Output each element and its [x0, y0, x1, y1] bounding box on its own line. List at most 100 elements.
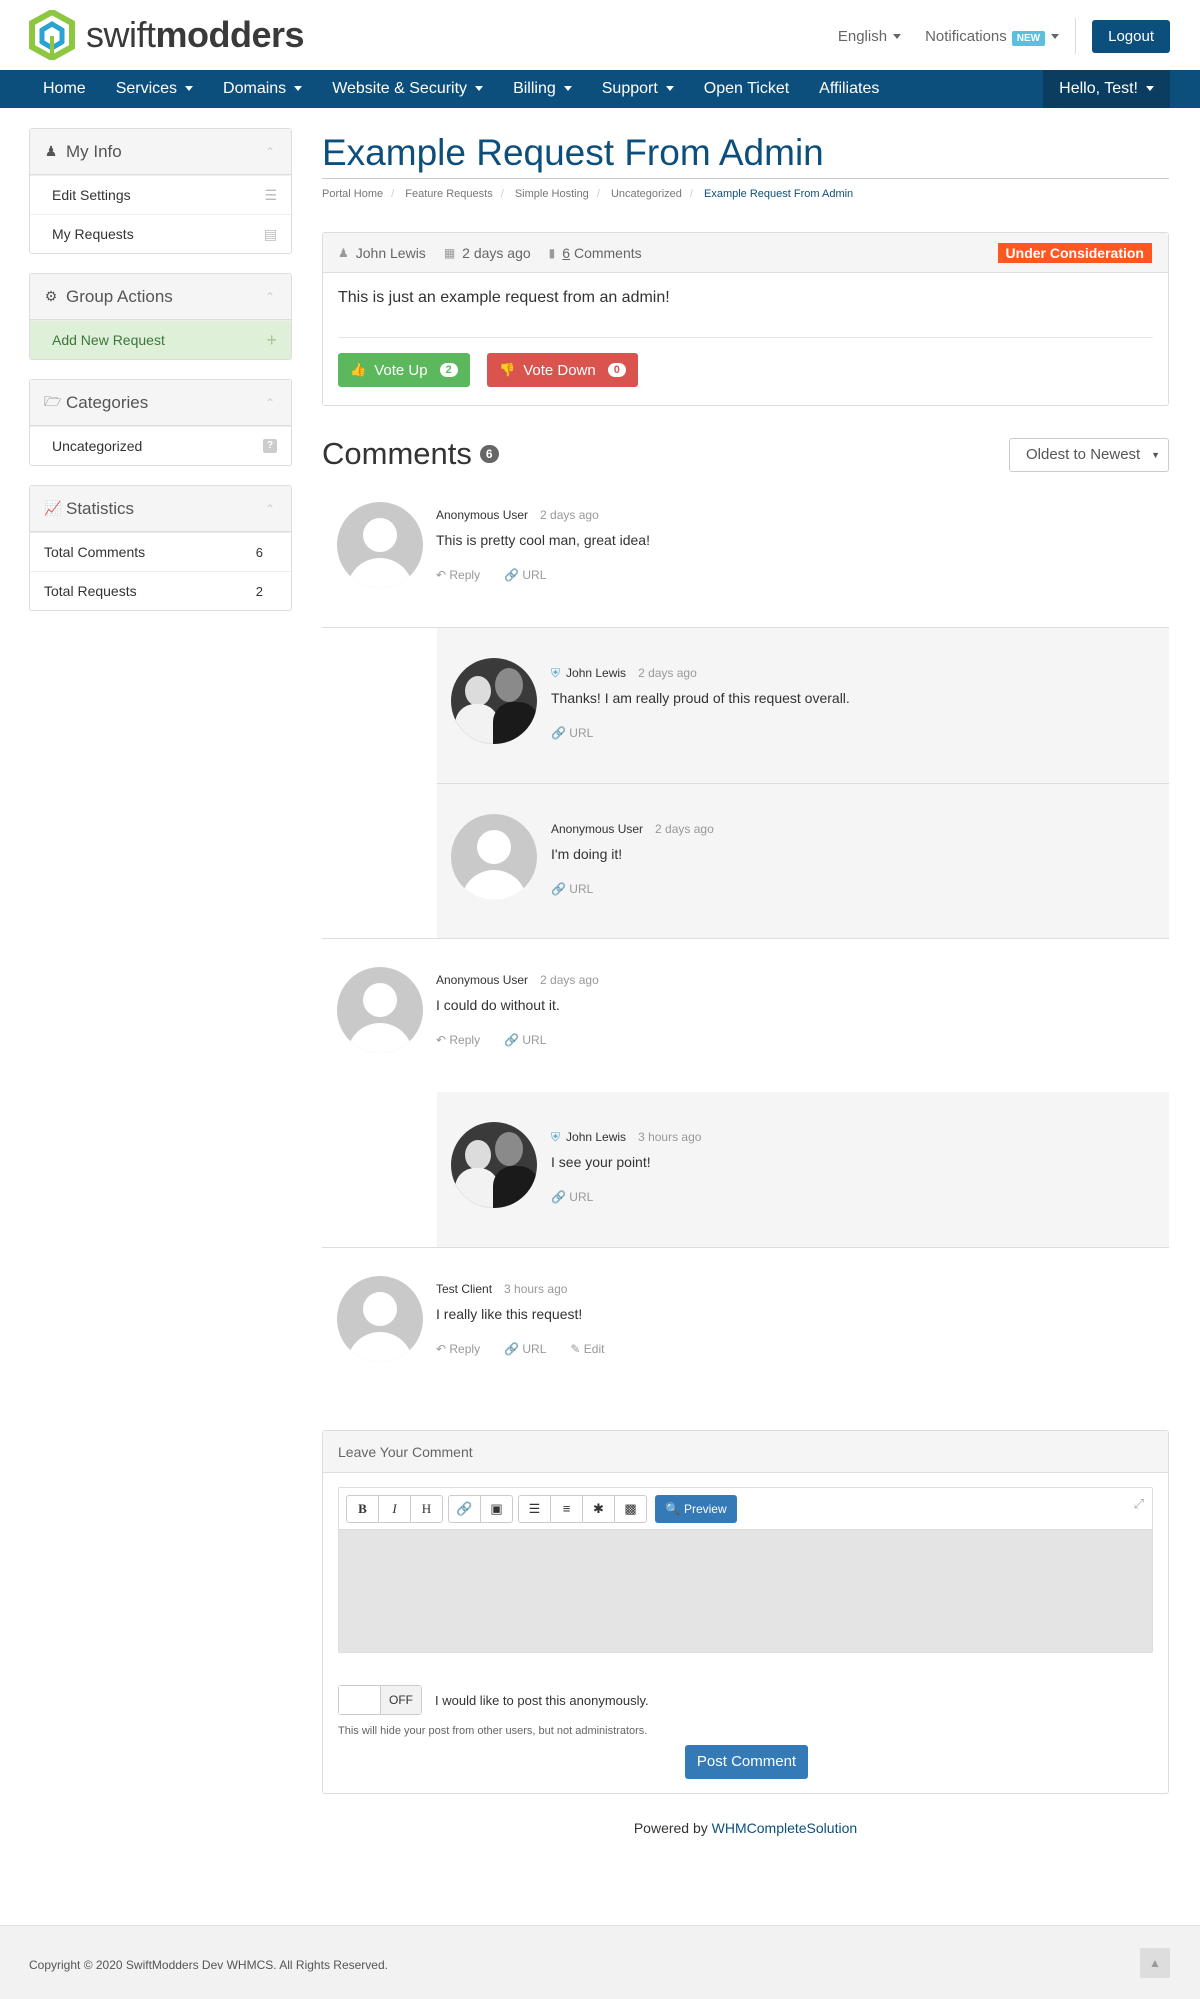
- panel-header[interactable]: 📈 Statistics ⌃: [30, 486, 291, 532]
- user-icon: ♟: [338, 245, 349, 260]
- chevron-up-icon[interactable]: ⌃: [265, 502, 275, 516]
- vote-up-button[interactable]: 👍 Vote Up 2: [338, 353, 470, 387]
- quote-icon[interactable]: ▩: [614, 1494, 647, 1523]
- panel-header[interactable]: 🗁 Categories ⌃: [30, 380, 291, 426]
- comment-text: This is pretty cool man, great idea!: [436, 532, 650, 548]
- editor-toolbar: B I H 🔗 ▣ ☰ ≡ ✱ ▩ 🔍 Preview ⤢: [339, 1488, 1152, 1530]
- url-link[interactable]: 🔗 URL: [504, 1033, 558, 1047]
- breadcrumb-simple-hosting[interactable]: Simple Hosting: [515, 188, 589, 200]
- comment-text: I could do without it.: [436, 997, 560, 1013]
- url-link[interactable]: 🔗 URL: [551, 1190, 605, 1204]
- nav-website-security[interactable]: Website & Security: [317, 70, 498, 108]
- heading-button[interactable]: H: [410, 1494, 443, 1523]
- comment-icon: ▮: [548, 245, 556, 260]
- language-dropdown[interactable]: English: [838, 28, 902, 45]
- reply-link[interactable]: ↶ Reply: [436, 568, 492, 582]
- nav-open-ticket[interactable]: Open Ticket: [689, 70, 804, 108]
- comment-reply: Anonymous User 2 days ago I'm doing it! 🔗…: [437, 784, 1169, 938]
- breadcrumb-portal-home[interactable]: Portal Home: [322, 188, 383, 200]
- avatar: [451, 814, 537, 900]
- sidebar-item-my-requests[interactable]: My Requests ▤: [30, 214, 291, 253]
- logout-button[interactable]: Logout: [1092, 19, 1170, 53]
- notifications-dropdown[interactable]: Notifications NEW: [925, 28, 1060, 46]
- request-meta: ♟ John Lewis ▦ 2 days ago ▮ 6 Comments Unde…: [323, 233, 1168, 273]
- image-icon[interactable]: ▣: [480, 1494, 513, 1523]
- whmcs-link[interactable]: WHMCompleteSolution: [712, 1820, 858, 1836]
- caret-down-icon: [294, 86, 303, 92]
- fullscreen-icon[interactable]: ⤢: [1134, 1496, 1144, 1512]
- new-badge: NEW: [1011, 30, 1046, 46]
- chevron-up-icon[interactable]: ⌃: [265, 396, 275, 410]
- breadcrumb-feature-requests[interactable]: Feature Requests: [405, 188, 492, 200]
- comment-text: I really like this request!: [436, 1306, 583, 1322]
- nav-affiliates[interactable]: Affiliates: [804, 70, 894, 108]
- comment-item: Anonymous User 2 days ago I could do with…: [322, 953, 1169, 1083]
- comment-meta: Anonymous User 2 days ago: [551, 822, 714, 836]
- sidebar-item-add-new-request[interactable]: Add New Request +: [30, 320, 291, 359]
- sidebar-item-uncategorized[interactable]: Uncategorized?: [30, 426, 291, 465]
- caret-down-icon: [1146, 86, 1154, 92]
- caret-down-icon: [665, 86, 674, 92]
- anonymous-label: I would like to post this anonymously.: [435, 1693, 649, 1708]
- comment-text: Thanks! I am really proud of this reques…: [551, 690, 850, 706]
- reply-link[interactable]: ↶ Reply: [436, 1342, 492, 1356]
- comment-reply: ⛨ John Lewis 3 hours ago I see your point!…: [437, 1092, 1169, 1247]
- preview-button[interactable]: 🔍 Preview: [655, 1494, 737, 1523]
- caret-down-icon: [893, 34, 902, 40]
- thumbs-up-icon: 👍: [350, 362, 367, 377]
- nav-support[interactable]: Support: [587, 70, 689, 108]
- caret-down-icon: [563, 86, 572, 92]
- ordered-list-icon[interactable]: ≡: [550, 1494, 583, 1523]
- request-comment-count[interactable]: 6: [562, 245, 570, 261]
- stat-total-comments: Total Comments 6: [30, 532, 291, 571]
- comment-meta: ⛨ John Lewis 3 hours ago: [551, 1130, 702, 1144]
- nav-billing[interactable]: Billing: [498, 70, 587, 108]
- chevron-up-icon[interactable]: ⌃: [265, 145, 275, 159]
- brand-logo[interactable]: swiftmodders: [28, 10, 305, 60]
- comment-meta: Anonymous User 2 days ago: [436, 973, 599, 987]
- sidebar-item-edit-settings[interactable]: Edit Settings ☰: [30, 175, 291, 214]
- sidebar-my-info: ♟ My Info ⌃ Edit Settings ☰ My Requests ▤: [29, 128, 292, 254]
- url-link[interactable]: 🔗 URL: [551, 726, 605, 740]
- copyright: Copyright © 2020 SwiftModders Dev WHMCS.…: [29, 1958, 388, 1972]
- bold-button[interactable]: B: [346, 1494, 379, 1523]
- comment-meta: Test Client 3 hours ago: [436, 1282, 568, 1296]
- post-comment-button[interactable]: Post Comment: [685, 1745, 808, 1779]
- account-menu[interactable]: Hello, Test!: [1043, 70, 1170, 108]
- breadcrumb-uncategorized[interactable]: Uncategorized: [611, 188, 682, 200]
- sidebar-group-actions: ⚙ Group Actions ⌃ Add New Request +: [29, 273, 292, 360]
- vote-up-count: 2: [439, 363, 458, 377]
- plus-icon: +: [266, 329, 277, 350]
- back-to-top-icon[interactable]: ▲: [1140, 1948, 1170, 1978]
- comment-item: Anonymous User 2 days ago This is pretty …: [322, 488, 1169, 618]
- panel-header[interactable]: ♟ My Info ⌃: [30, 129, 291, 175]
- reply-link[interactable]: ↶ Reply: [436, 1033, 492, 1047]
- divider: [338, 337, 1153, 338]
- divider: [322, 178, 1169, 179]
- sidebar-categories: 🗁 Categories ⌃ Uncategorized?: [29, 379, 292, 466]
- nav-home[interactable]: Home: [28, 70, 101, 108]
- avatar: [451, 658, 537, 744]
- shield-icon: ⛨: [551, 1130, 561, 1144]
- italic-button[interactable]: I: [378, 1494, 411, 1523]
- nav-services[interactable]: Services: [101, 70, 208, 108]
- chevron-up-icon[interactable]: ⌃: [265, 290, 275, 304]
- request-panel: ♟ John Lewis ▦ 2 days ago ▮ 6 Comments Unde…: [322, 232, 1169, 406]
- panel-header[interactable]: ⚙ Group Actions ⌃: [30, 274, 291, 320]
- url-link[interactable]: 🔗 URL: [551, 882, 605, 896]
- comment-sort-select[interactable]: Oldest to Newest ▼: [1009, 438, 1169, 472]
- comment-textarea[interactable]: [339, 1530, 1152, 1652]
- vote-down-button[interactable]: 👎 Vote Down 0: [487, 353, 638, 387]
- anonymous-toggle[interactable]: OFF: [338, 1685, 422, 1715]
- breadcrumb-current: Example Request From Admin: [704, 188, 854, 200]
- url-link[interactable]: 🔗 URL: [504, 1342, 558, 1356]
- vote-down-count: 0: [607, 363, 626, 377]
- stat-total-requests: Total Requests 2: [30, 571, 291, 610]
- markdown-editor: B I H 🔗 ▣ ☰ ≡ ✱ ▩ 🔍 Preview ⤢: [338, 1487, 1153, 1653]
- code-icon[interactable]: ✱: [582, 1494, 615, 1523]
- edit-link[interactable]: ✎ Edit: [570, 1342, 616, 1356]
- link-icon[interactable]: 🔗: [448, 1494, 481, 1523]
- url-link[interactable]: 🔗 URL: [504, 568, 558, 582]
- unordered-list-icon[interactable]: ☰: [518, 1494, 551, 1523]
- nav-domains[interactable]: Domains: [208, 70, 317, 108]
